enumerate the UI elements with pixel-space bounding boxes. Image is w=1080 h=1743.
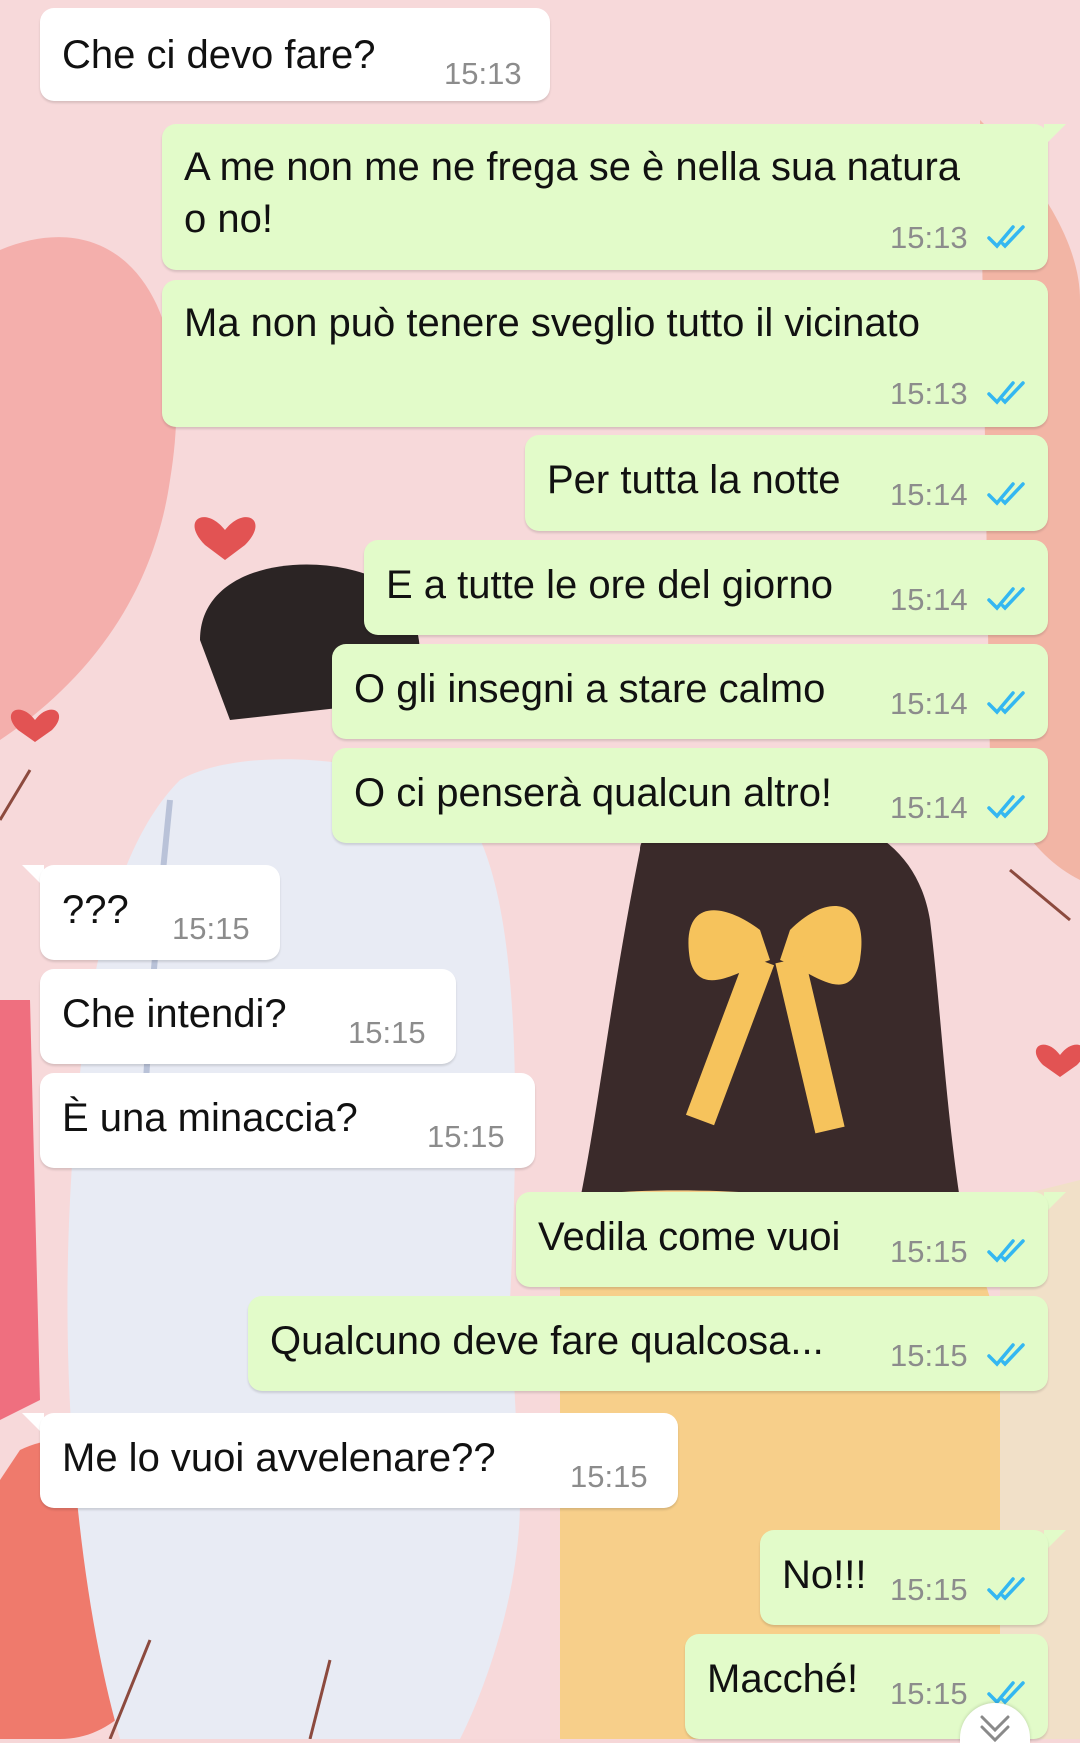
bubble-tail (1044, 124, 1066, 146)
double-check-icon (987, 587, 1025, 611)
message-bubble-incoming[interactable]: È una minaccia? 15:15 (40, 1073, 535, 1168)
chevron-down-icon (980, 1715, 1010, 1743)
message-text: O ci penserà qualcun altro! (354, 771, 833, 815)
double-check-icon (987, 1577, 1025, 1601)
message-time: 15:14 (890, 790, 968, 825)
scroll-to-bottom-button[interactable] (960, 1703, 1030, 1743)
message-bubble-incoming[interactable]: Me lo vuoi avvelenare?? 15:15 (40, 1413, 678, 1508)
message-time: 15:14 (890, 582, 968, 617)
message-bubble-incoming[interactable]: Che intendi? 15:15 (40, 969, 456, 1064)
message-bubble-outgoing[interactable]: E a tutte le ore del giorno 15:14 (364, 540, 1048, 635)
message-bubble-incoming[interactable]: Che ci devo fare? 15:13 (40, 8, 550, 101)
message-time: 15:13 (890, 220, 968, 255)
message-bubble-outgoing[interactable]: A me non me ne frega se è nella sua natu… (162, 124, 1048, 270)
message-time: 15:15 (427, 1119, 505, 1154)
message-text: Che ci devo fare? (62, 33, 376, 77)
message-bubble-outgoing[interactable]: Vedila come vuoi 15:15 (516, 1192, 1048, 1287)
message-bubble-outgoing[interactable]: O ci penserà qualcun altro! 15:14 (332, 748, 1048, 843)
double-check-icon (987, 482, 1025, 506)
message-time: 15:13 (890, 376, 968, 411)
message-bubble-outgoing[interactable]: Per tutta la notte 15:14 (525, 435, 1048, 531)
message-bubble-outgoing[interactable]: Ma non può tenere sveglio tutto il vicin… (162, 280, 1048, 427)
message-bubble-incoming[interactable]: ??? 15:15 (40, 865, 280, 960)
double-check-icon (987, 795, 1025, 819)
message-text: Me lo vuoi avvelenare?? (62, 1436, 496, 1480)
message-text: O gli insegni a stare calmo (354, 667, 826, 711)
double-check-icon (987, 381, 1025, 405)
message-time: 15:15 (890, 1338, 968, 1373)
message-text: Vedila come vuoi (538, 1215, 841, 1259)
message-time: 15:15 (570, 1459, 648, 1494)
message-text: Ma non può tenere sveglio tutto il vicin… (184, 301, 920, 345)
double-check-icon (987, 691, 1025, 715)
message-time: 15:13 (444, 56, 522, 91)
message-bubble-outgoing[interactable]: No!!! 15:15 (760, 1530, 1048, 1625)
message-time: 15:15 (348, 1015, 426, 1050)
message-text: Che intendi? (62, 992, 287, 1036)
message-text: È una minaccia? (62, 1096, 358, 1140)
message-text: Per tutta la notte (547, 458, 841, 502)
message-bubble-outgoing[interactable]: O gli insegni a stare calmo 15:14 (332, 644, 1048, 739)
message-time: 15:14 (890, 477, 968, 512)
double-check-icon (987, 225, 1025, 249)
message-time: 15:14 (890, 686, 968, 721)
message-text: A me non me ne frega se è nella sua natu… (184, 145, 961, 189)
message-text: E a tutte le ore del giorno (386, 563, 833, 607)
message-bubble-outgoing[interactable]: Qualcuno deve fare qualcosa... 15:15 (248, 1296, 1048, 1391)
message-text-line2: o no! (184, 197, 273, 241)
message-text: ??? (62, 888, 129, 932)
message-text: Macché! (707, 1657, 859, 1701)
message-time: 15:15 (172, 911, 250, 946)
message-time: 15:15 (890, 1234, 968, 1269)
message-time: 15:15 (890, 1676, 968, 1711)
message-text: Qualcuno deve fare qualcosa... (270, 1319, 824, 1363)
message-text: No!!! (782, 1553, 867, 1597)
message-time: 15:15 (890, 1572, 968, 1607)
double-check-icon (987, 1239, 1025, 1263)
double-check-icon (987, 1343, 1025, 1367)
